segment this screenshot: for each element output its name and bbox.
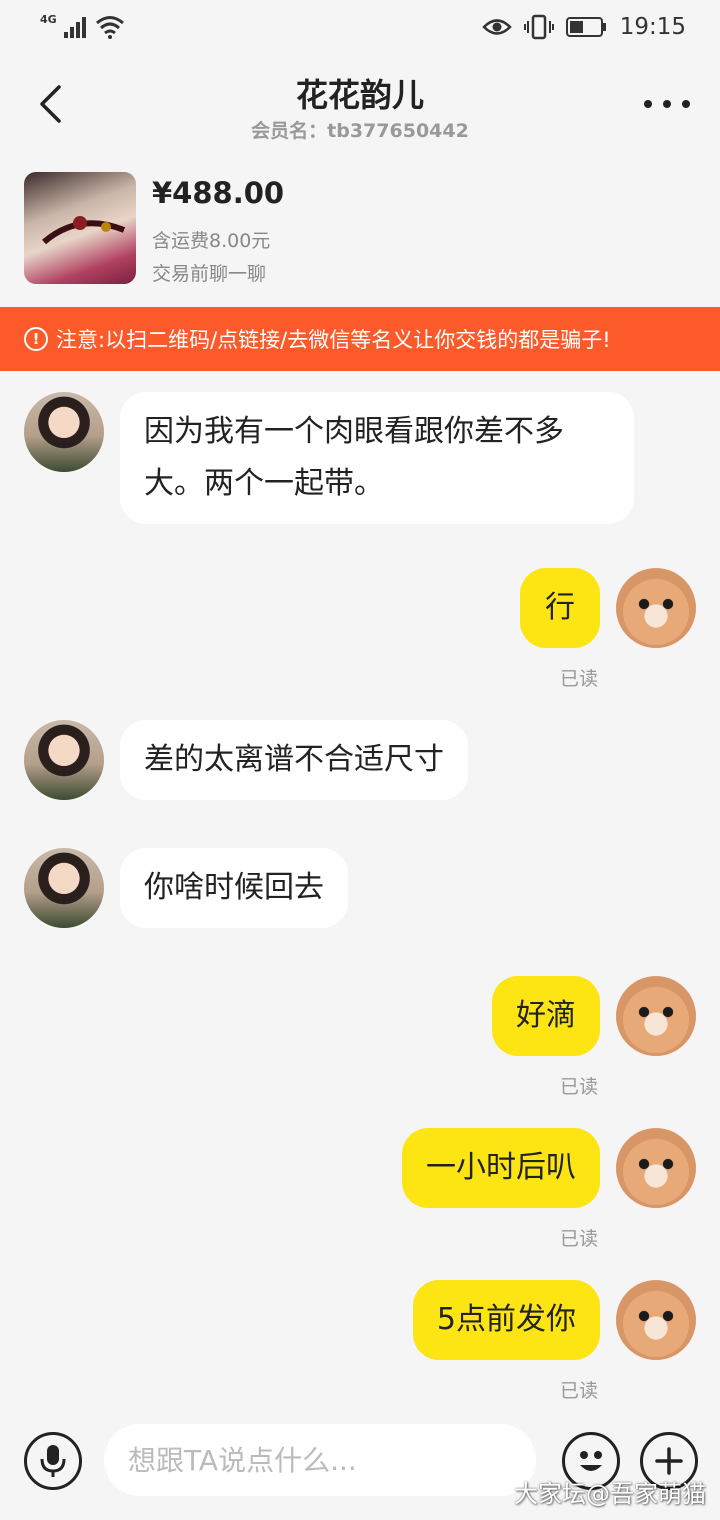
message-text: 一小时后叭	[426, 1150, 576, 1185]
read-status: 已读	[560, 668, 599, 690]
read-status: 已读	[560, 1076, 599, 1098]
message-text: 好滴	[516, 998, 576, 1033]
message-text: 你啥时候回去	[144, 870, 324, 905]
plus-icon	[655, 1447, 683, 1475]
product-thumbnail[interactable]	[24, 172, 136, 284]
more-button[interactable]	[644, 86, 690, 122]
shipping-fee: 含运费8.00元	[152, 230, 271, 252]
message-bubble-incoming[interactable]: 因为我有一个肉眼看跟你差不多 大。两个一起带。	[120, 392, 634, 524]
product-note: 交易前聊一聊	[152, 263, 267, 285]
status-bar: 4G 19:15	[0, 0, 720, 62]
message-line: 大。两个一起带。	[144, 466, 384, 501]
battery-icon	[565, 17, 606, 37]
my-avatar[interactable]	[616, 976, 696, 1056]
status-left: 4G	[40, 12, 125, 40]
my-avatar[interactable]	[616, 568, 696, 648]
read-status: 已读	[560, 1380, 599, 1402]
voice-button[interactable]	[24, 1432, 82, 1490]
vibrate-icon	[523, 14, 554, 40]
signal-icon	[63, 17, 86, 38]
message-bubble-incoming[interactable]: 你啥时候回去	[120, 848, 348, 928]
more-icon	[644, 100, 652, 108]
microphone-icon	[40, 1445, 66, 1477]
contact-name: 花花韵儿	[295, 76, 424, 114]
message-input[interactable]	[104, 1424, 536, 1496]
message-bubble-outgoing[interactable]: 5点前发你	[412, 1280, 600, 1360]
warning-text: 注意:以扫二维码/点链接/去微信等名义让你交钱的都是骗子!	[56, 328, 611, 352]
message-bubble-incoming[interactable]: 差的太离谱不合适尺寸	[120, 720, 468, 800]
product-price: ¥488.00	[152, 176, 285, 210]
watermark: 大家坛@吾家萌猫	[514, 1480, 706, 1508]
alert-icon: !	[24, 327, 48, 351]
read-status: 已读	[560, 1228, 599, 1250]
status-right: 19:15	[481, 14, 686, 40]
clock: 19:15	[619, 14, 686, 40]
message-line: 因为我有一个肉眼看跟你差不多	[144, 414, 564, 449]
wifi-icon	[95, 16, 124, 39]
message-text: 5点前发你	[436, 1302, 576, 1337]
eye-icon	[481, 19, 512, 35]
message-text: 行	[545, 590, 575, 625]
network-type: 4G	[40, 12, 57, 26]
product-card[interactable]: ¥488.00 含运费8.00元 交易前聊一聊	[0, 160, 720, 306]
message-bubble-outgoing[interactable]: 行	[520, 568, 600, 648]
my-avatar[interactable]	[616, 1280, 696, 1360]
my-avatar[interactable]	[616, 1128, 696, 1208]
message-bubble-outgoing[interactable]: 一小时后叭	[402, 1128, 600, 1208]
contact-avatar[interactable]	[24, 848, 104, 928]
message-text: 差的太离谱不合适尺寸	[144, 742, 444, 777]
message-bubble-outgoing[interactable]: 好滴	[492, 976, 600, 1056]
contact-avatar[interactable]	[24, 392, 104, 472]
scam-warning-banner: ! 注意:以扫二维码/点链接/去微信等名义让你交钱的都是骗子!	[0, 307, 720, 371]
member-name: 会员名：tb377650442	[251, 120, 469, 142]
chat-header: 花花韵儿 会员名：tb377650442	[0, 62, 720, 152]
contact-avatar[interactable]	[24, 720, 104, 800]
